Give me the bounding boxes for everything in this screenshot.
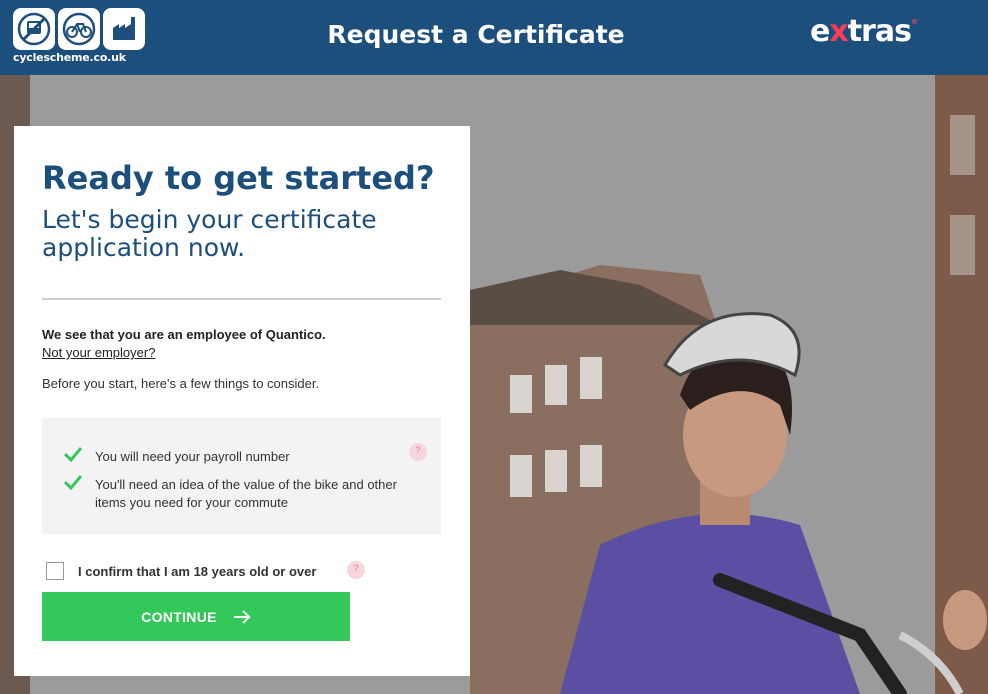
checklist-item-label: You'll need an idea of the value of the … xyxy=(95,477,397,510)
checklist-item: You'll need an idea of the value of the … xyxy=(64,475,425,512)
help-icon[interactable]: ? xyxy=(347,561,365,579)
checklist-item: You will need your payroll number xyxy=(64,447,425,466)
age-confirm-checkbox[interactable] xyxy=(46,562,64,580)
employee-notice: We see that you are an employee of Quant… xyxy=(42,327,326,342)
extras-logo-pre: e xyxy=(810,14,830,49)
top-header: cyclescheme.co.uk Request a Certificate … xyxy=(0,0,988,75)
age-confirm-label[interactable]: I confirm that I am 18 years old or over xyxy=(78,564,316,579)
divider xyxy=(42,298,441,300)
card-heading: Ready to get started? xyxy=(42,159,435,197)
requirements-checklist: You will need your payroll number ? You'… xyxy=(42,418,441,534)
application-card: Ready to get started? Let's begin your c… xyxy=(14,126,470,676)
extras-logo-post: tras xyxy=(847,14,912,49)
check-icon xyxy=(64,475,82,490)
check-icon xyxy=(64,447,82,462)
extras-logo-x: x xyxy=(829,14,848,49)
before-you-start-text: Before you start, here's a few things to… xyxy=(42,376,320,391)
continue-label: CONTINUE xyxy=(141,608,217,625)
not-your-employer-link[interactable]: Not your employer? xyxy=(42,345,155,360)
continue-button[interactable]: CONTINUE xyxy=(42,592,350,641)
brand-text: cyclescheme.co.uk xyxy=(13,51,126,64)
checklist-item-label: You will need your payroll number xyxy=(95,449,290,464)
arrow-right-icon xyxy=(233,609,251,624)
card-subheading: Let's begin your certificate application… xyxy=(42,205,377,262)
help-icon[interactable]: ? xyxy=(409,443,427,461)
extras-logo[interactable]: extras® xyxy=(810,14,918,49)
registered-mark: ® xyxy=(910,18,918,26)
